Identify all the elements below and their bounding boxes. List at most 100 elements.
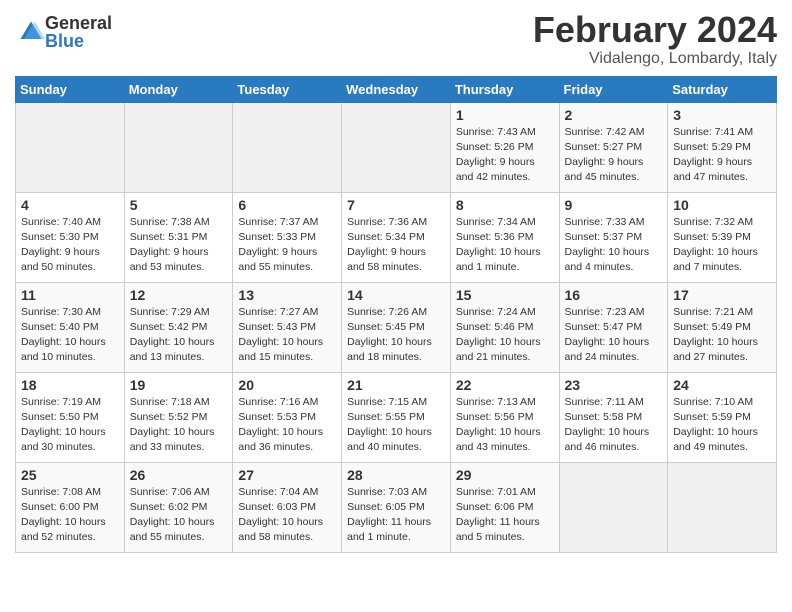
calendar-cell: 17 Sunrise: 7:21 AMSunset: 5:49 PMDayligh…: [668, 282, 777, 372]
calendar-cell: 19 Sunrise: 7:18 AMSunset: 5:52 PMDayligh…: [124, 372, 233, 462]
day-info: Sunrise: 7:23 AMSunset: 5:47 PMDaylight:…: [565, 305, 663, 366]
day-number: 28: [347, 467, 445, 483]
calendar-cell: 14 Sunrise: 7:26 AMSunset: 5:45 PMDayligh…: [342, 282, 451, 372]
header-day-monday: Monday: [124, 76, 233, 102]
day-info: Sunrise: 7:15 AMSunset: 5:55 PMDaylight:…: [347, 395, 445, 456]
calendar-week-4: 18 Sunrise: 7:19 AMSunset: 5:50 PMDayligh…: [16, 372, 777, 462]
day-number: 14: [347, 287, 445, 303]
logo: General Blue: [15, 14, 112, 50]
calendar-cell: 7Sunrise: 7:36 AMSunset: 5:34 PMDaylight…: [342, 192, 451, 282]
day-info: Sunrise: 7:21 AMSunset: 5:49 PMDaylight:…: [673, 305, 771, 366]
day-number: 27: [238, 467, 336, 483]
calendar-cell: 25 Sunrise: 7:08 AMSunset: 6:00 PMDayligh…: [16, 462, 125, 552]
title-area: February 2024 Vidalengo, Lombardy, Italy: [533, 10, 777, 68]
day-number: 22: [456, 377, 554, 393]
day-info: Sunrise: 7:13 AMSunset: 5:56 PMDaylight:…: [456, 395, 554, 456]
day-info: Sunrise: 7:18 AMSunset: 5:52 PMDaylight:…: [130, 395, 228, 456]
day-number: 19: [130, 377, 228, 393]
calendar-cell: 26 Sunrise: 7:06 AMSunset: 6:02 PMDayligh…: [124, 462, 233, 552]
calendar-cell: [16, 102, 125, 192]
calendar-cell: 27 Sunrise: 7:04 AMSunset: 6:03 PMDayligh…: [233, 462, 342, 552]
calendar-week-1: 1 Sunrise: 7:43 AMSunset: 5:26 PMDaylight…: [16, 102, 777, 192]
calendar-cell: 6 Sunrise: 7:37 AMSunset: 5:33 PMDaylight…: [233, 192, 342, 282]
day-info: Sunrise: 7:19 AMSunset: 5:50 PMDaylight:…: [21, 395, 119, 456]
header-day-thursday: Thursday: [450, 76, 559, 102]
header-day-tuesday: Tuesday: [233, 76, 342, 102]
logo-general-text: General: [45, 14, 112, 32]
location-title: Vidalengo, Lombardy, Italy: [533, 50, 777, 68]
day-number: 5: [130, 197, 228, 213]
day-number: 17: [673, 287, 771, 303]
day-info: Sunrise: 7:26 AMSunset: 5:45 PMDaylight:…: [347, 305, 445, 366]
day-number: 8: [456, 197, 554, 213]
day-info: Sunrise: 7:42 AMSunset: 5:27 PMDaylight:…: [565, 125, 663, 186]
calendar-cell: 18 Sunrise: 7:19 AMSunset: 5:50 PMDayligh…: [16, 372, 125, 462]
header-day-wednesday: Wednesday: [342, 76, 451, 102]
day-number: 7: [347, 197, 445, 213]
day-number: 6: [238, 197, 336, 213]
day-info: Sunrise: 7:08 AMSunset: 6:00 PMDaylight:…: [21, 485, 119, 546]
calendar-cell: 1 Sunrise: 7:43 AMSunset: 5:26 PMDaylight…: [450, 102, 559, 192]
day-info: Sunrise: 7:43 AMSunset: 5:26 PMDaylight:…: [456, 125, 554, 186]
day-info: Sunrise: 7:34 AMSunset: 5:36 PMDaylight:…: [456, 215, 554, 276]
calendar-cell: 28Sunrise: 7:03 AMSunset: 6:05 PMDayligh…: [342, 462, 451, 552]
day-info: Sunrise: 7:10 AMSunset: 5:59 PMDaylight:…: [673, 395, 771, 456]
day-number: 16: [565, 287, 663, 303]
day-number: 4: [21, 197, 119, 213]
day-info: Sunrise: 7:16 AMSunset: 5:53 PMDaylight:…: [238, 395, 336, 456]
calendar-cell: 29Sunrise: 7:01 AMSunset: 6:06 PMDayligh…: [450, 462, 559, 552]
day-number: 21: [347, 377, 445, 393]
calendar-cell: [233, 102, 342, 192]
calendar-cell: 9Sunrise: 7:33 AMSunset: 5:37 PMDaylight…: [559, 192, 668, 282]
day-number: 29: [456, 467, 554, 483]
calendar-cell: 13Sunrise: 7:27 AMSunset: 5:43 PMDayligh…: [233, 282, 342, 372]
calendar-cell: 24 Sunrise: 7:10 AMSunset: 5:59 PMDayligh…: [668, 372, 777, 462]
day-number: 24: [673, 377, 771, 393]
day-number: 11: [21, 287, 119, 303]
calendar-cell: 16 Sunrise: 7:23 AMSunset: 5:47 PMDayligh…: [559, 282, 668, 372]
day-number: 3: [673, 107, 771, 123]
day-info: Sunrise: 7:27 AMSunset: 5:43 PMDaylight:…: [238, 305, 336, 366]
calendar-cell: [668, 462, 777, 552]
calendar-cell: 15 Sunrise: 7:24 AMSunset: 5:46 PMDayligh…: [450, 282, 559, 372]
header-day-friday: Friday: [559, 76, 668, 102]
day-number: 25: [21, 467, 119, 483]
calendar-week-5: 25 Sunrise: 7:08 AMSunset: 6:00 PMDayligh…: [16, 462, 777, 552]
calendar-cell: 5 Sunrise: 7:38 AMSunset: 5:31 PMDaylight…: [124, 192, 233, 282]
day-number: 26: [130, 467, 228, 483]
day-info: Sunrise: 7:06 AMSunset: 6:02 PMDaylight:…: [130, 485, 228, 546]
day-number: 18: [21, 377, 119, 393]
logo-icon: [17, 18, 45, 46]
logo-blue-text: Blue: [45, 32, 112, 50]
day-number: 15: [456, 287, 554, 303]
calendar-table: SundayMondayTuesdayWednesdayThursdayFrid…: [15, 76, 777, 553]
calendar-cell: 2Sunrise: 7:42 AMSunset: 5:27 PMDaylight…: [559, 102, 668, 192]
calendar-cell: 3 Sunrise: 7:41 AMSunset: 5:29 PMDaylight…: [668, 102, 777, 192]
month-title: February 2024: [533, 10, 777, 50]
calendar-cell: 23 Sunrise: 7:11 AMSunset: 5:58 PMDayligh…: [559, 372, 668, 462]
day-number: 1: [456, 107, 554, 123]
day-info: Sunrise: 7:11 AMSunset: 5:58 PMDaylight:…: [565, 395, 663, 456]
day-info: Sunrise: 7:24 AMSunset: 5:46 PMDaylight:…: [456, 305, 554, 366]
calendar-cell: 11 Sunrise: 7:30 AMSunset: 5:40 PMDayligh…: [16, 282, 125, 372]
day-info: Sunrise: 7:40 AMSunset: 5:30 PMDaylight:…: [21, 215, 119, 276]
calendar-cell: 12Sunrise: 7:29 AMSunset: 5:42 PMDayligh…: [124, 282, 233, 372]
header-day-saturday: Saturday: [668, 76, 777, 102]
day-info: Sunrise: 7:32 AMSunset: 5:39 PMDaylight:…: [673, 215, 771, 276]
calendar-cell: 4 Sunrise: 7:40 AMSunset: 5:30 PMDaylight…: [16, 192, 125, 282]
calendar-cell: 22 Sunrise: 7:13 AMSunset: 5:56 PMDayligh…: [450, 372, 559, 462]
day-info: Sunrise: 7:37 AMSunset: 5:33 PMDaylight:…: [238, 215, 336, 276]
calendar-cell: [124, 102, 233, 192]
day-info: Sunrise: 7:04 AMSunset: 6:03 PMDaylight:…: [238, 485, 336, 546]
day-info: Sunrise: 7:33 AMSunset: 5:37 PMDaylight:…: [565, 215, 663, 276]
calendar-week-3: 11 Sunrise: 7:30 AMSunset: 5:40 PMDayligh…: [16, 282, 777, 372]
day-info: Sunrise: 7:29 AMSunset: 5:42 PMDaylight:…: [130, 305, 228, 366]
day-info: Sunrise: 7:30 AMSunset: 5:40 PMDaylight:…: [21, 305, 119, 366]
day-info: Sunrise: 7:38 AMSunset: 5:31 PMDaylight:…: [130, 215, 228, 276]
day-info: Sunrise: 7:41 AMSunset: 5:29 PMDaylight:…: [673, 125, 771, 186]
day-number: 23: [565, 377, 663, 393]
calendar-cell: 8 Sunrise: 7:34 AMSunset: 5:36 PMDaylight…: [450, 192, 559, 282]
calendar-cell: 10Sunrise: 7:32 AMSunset: 5:39 PMDayligh…: [668, 192, 777, 282]
calendar-cell: 21 Sunrise: 7:15 AMSunset: 5:55 PMDayligh…: [342, 372, 451, 462]
calendar-week-2: 4 Sunrise: 7:40 AMSunset: 5:30 PMDaylight…: [16, 192, 777, 282]
